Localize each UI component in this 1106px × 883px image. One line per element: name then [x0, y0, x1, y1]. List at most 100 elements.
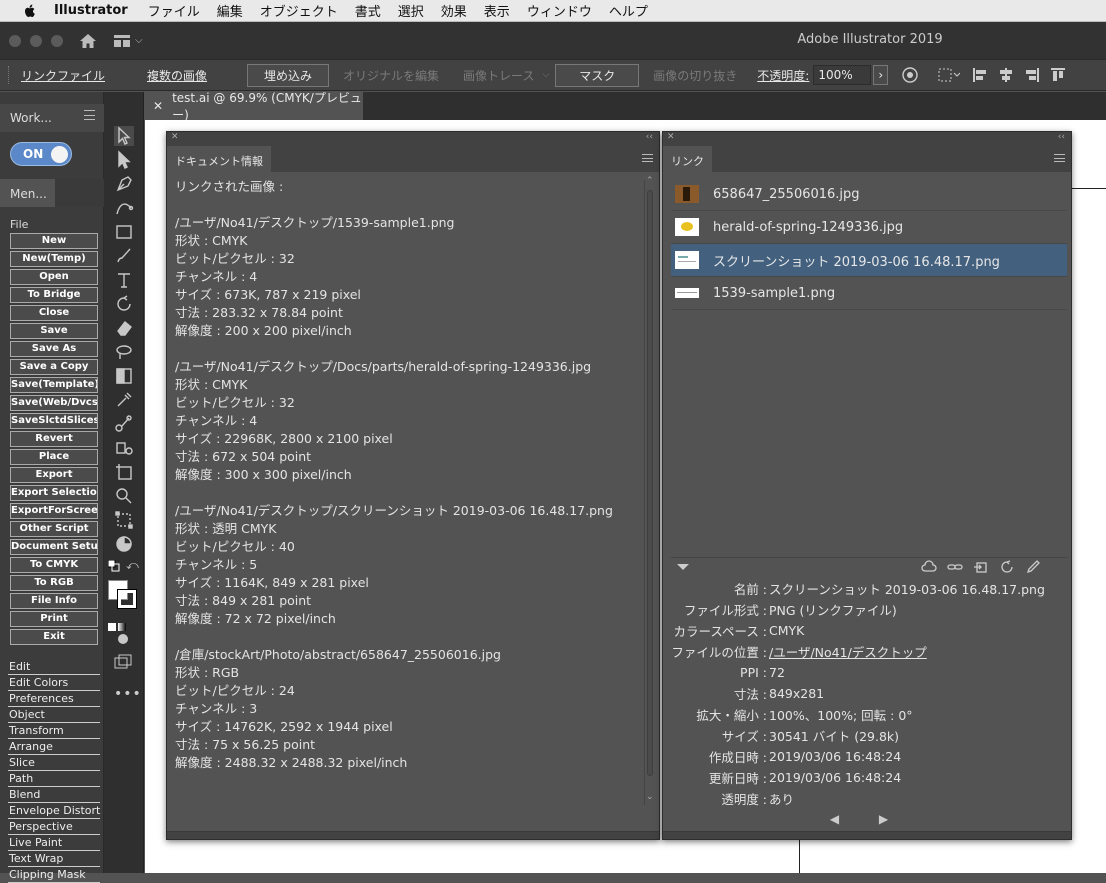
opacity-arrow-button[interactable]: › — [873, 65, 889, 85]
image-trace-dropdown-icon[interactable]: ⌵ — [542, 70, 549, 80]
menu-view[interactable]: 表示 — [484, 1, 510, 20]
panel-menu-icon[interactable] — [642, 154, 653, 162]
section-slice[interactable]: Slice — [8, 755, 100, 771]
section-text-wrap[interactable]: Text Wrap — [8, 851, 100, 867]
section-arrange[interactable]: Arrange — [8, 739, 100, 755]
scrollbar[interactable]: ⌃ ⌄ — [644, 176, 654, 805]
artboard-tool-icon[interactable] — [114, 462, 134, 482]
edit-toolbar-icon[interactable]: ••• — [114, 686, 142, 702]
close-icon[interactable]: ✕ — [667, 132, 675, 142]
direct-selection-tool-icon[interactable] — [114, 150, 134, 170]
file-saveslctdslices-button[interactable]: SaveSlctdSlices — [10, 413, 98, 429]
selection-tool-icon[interactable] — [114, 126, 134, 146]
file-save-as-button[interactable]: Save As — [10, 341, 98, 357]
lasso-tool-icon[interactable] — [114, 342, 134, 362]
apple-icon[interactable] — [22, 3, 38, 19]
menu-window[interactable]: ウィンドウ — [527, 1, 592, 20]
align-center-icon[interactable] — [998, 67, 1014, 83]
update-link-icon[interactable] — [999, 560, 1015, 574]
section-perspective[interactable]: Perspective — [8, 819, 100, 835]
panel-resize-grip[interactable] — [663, 831, 1071, 839]
section-transform[interactable]: Transform — [8, 723, 100, 739]
file-to-cmyk-button[interactable]: To CMYK — [10, 557, 98, 573]
recolor-icon[interactable] — [902, 67, 918, 83]
file-export-selection-button[interactable]: Export Selection — [10, 485, 98, 501]
close-tab-icon[interactable]: ✕ — [153, 99, 163, 113]
align-top-icon[interactable] — [1050, 67, 1066, 83]
menu-type[interactable]: 書式 — [355, 1, 381, 20]
opacity-input[interactable]: 100% — [813, 65, 872, 85]
section-blend[interactable]: Blend — [8, 787, 100, 803]
link-item-selected[interactable]: スクリーンショット 2019-03-06 16.48.17.png — [671, 244, 1067, 277]
zoom-window-button[interactable] — [51, 34, 63, 47]
panel-menu-icon[interactable] — [1054, 154, 1065, 162]
pen-tool-icon[interactable] — [114, 174, 134, 194]
rectangle-tool-icon[interactable] — [114, 222, 134, 242]
file-to-rgb-button[interactable]: To RGB — [10, 575, 98, 591]
link-item[interactable]: 658647_25506016.jpg — [671, 178, 1067, 211]
color-mode-icons[interactable] — [108, 616, 138, 631]
file-exportforscreens-button[interactable]: ExportForScreens — [10, 503, 98, 519]
gradient-tool-icon[interactable] — [114, 366, 134, 386]
embed-button[interactable]: 埋め込み — [247, 63, 330, 87]
panel-top-bar[interactable]: ✕ ‹‹ — [663, 132, 1071, 144]
file-location-link[interactable]: /ユーザ/No41/デスクトップ — [767, 642, 927, 661]
section-object[interactable]: Object — [8, 707, 100, 723]
menu-help[interactable]: ヘルプ — [609, 1, 648, 20]
type-tool-icon[interactable] — [114, 270, 134, 290]
scroll-down-icon[interactable]: ⌄ — [646, 792, 654, 802]
blend-tool-icon[interactable] — [114, 414, 134, 434]
menu-effect[interactable]: 効果 — [441, 1, 467, 20]
workspace-switcher-icon[interactable] — [113, 34, 131, 48]
edit-original-button[interactable]: オリジナルを編集 — [343, 67, 439, 84]
collapse-icon[interactable]: ‹‹ — [1058, 132, 1065, 142]
default-colors-icon[interactable] — [108, 560, 120, 572]
pie-graph-tool-icon[interactable] — [114, 534, 134, 554]
paintbrush-tool-icon[interactable] — [114, 246, 134, 266]
screen-mode-icon[interactable] — [114, 654, 132, 670]
file-export-button[interactable]: Export — [10, 467, 98, 483]
panel-top-bar[interactable]: ✕ ‹‹ — [167, 132, 659, 144]
collapse-icon[interactable]: ‹‹ — [646, 132, 653, 142]
file-open-button[interactable]: Open — [10, 269, 98, 285]
control-bar-grip[interactable] — [8, 66, 11, 84]
scroll-up-icon[interactable]: ⌃ — [646, 176, 654, 186]
close-window-button[interactable] — [9, 34, 21, 47]
curvature-tool-icon[interactable] — [114, 198, 134, 218]
tab-links[interactable]: リンク — [663, 146, 712, 172]
stroke-swatch[interactable] — [117, 589, 137, 609]
link-item[interactable]: herald-of-spring-1249336.jpg — [671, 211, 1067, 244]
eyedropper-tool-icon[interactable] — [114, 390, 134, 410]
workspace-panel-tab[interactable]: Work... — [10, 111, 52, 125]
section-clipping-mask[interactable]: Clipping Mask — [8, 867, 100, 883]
tab-document-info[interactable]: ドキュメント情報 — [167, 146, 271, 172]
file-new-temp-button[interactable]: New(Temp) — [10, 251, 98, 267]
document-tab[interactable]: ✕ test.ai @ 69.9% (CMYK/プレビュー) — [145, 91, 363, 122]
file-place-button[interactable]: Place — [10, 449, 98, 465]
section-preferences[interactable]: Preferences — [8, 691, 100, 707]
workspace-toggle[interactable]: ON — [10, 142, 72, 166]
crop-image-button[interactable]: 画像の切り抜き — [653, 67, 737, 84]
file-other-script-button[interactable]: Other Script — [10, 521, 98, 537]
file-save-template-button[interactable]: Save(Template) — [10, 377, 98, 393]
mask-button[interactable]: マスク — [555, 63, 640, 87]
align-to-icon[interactable] — [938, 67, 961, 83]
minimize-window-button[interactable] — [30, 34, 42, 47]
panel-menu-icon[interactable] — [84, 110, 95, 120]
menu-select[interactable]: 選択 — [398, 1, 424, 20]
align-left-icon[interactable] — [972, 67, 988, 83]
show-link-info-toggle-icon[interactable] — [677, 564, 689, 570]
file-document-setup-button[interactable]: Document Setup — [10, 539, 98, 555]
multiple-images-link[interactable]: 複数の画像 — [147, 67, 207, 84]
rotate-tool-icon[interactable] — [114, 294, 134, 314]
file-revert-button[interactable]: Revert — [10, 431, 98, 447]
menu-object[interactable]: オブジェクト — [260, 1, 338, 20]
align-right-icon[interactable] — [1024, 67, 1040, 83]
swap-colors-icon[interactable]: ⤺ — [126, 558, 139, 573]
zoom-tool-icon[interactable] — [114, 486, 134, 506]
opacity-label[interactable]: 不透明度: — [757, 67, 809, 84]
file-save-a-copy-button[interactable]: Save a Copy — [10, 359, 98, 375]
eraser-tool-icon[interactable] — [114, 318, 134, 338]
relink-icon[interactable] — [947, 560, 963, 574]
free-transform-tool-icon[interactable] — [114, 510, 134, 530]
